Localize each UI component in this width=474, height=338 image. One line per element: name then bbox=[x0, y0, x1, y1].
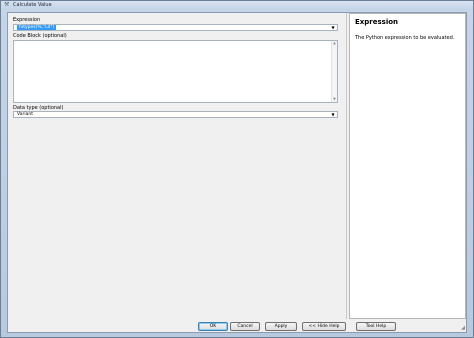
data-type-value: Variant bbox=[17, 112, 33, 117]
help-title: Expression bbox=[355, 18, 399, 26]
dialog-content: Expression fvtypes(%,"Ld") ▼ Code Block … bbox=[7, 12, 467, 333]
hammer-icon: ⚒ bbox=[4, 1, 10, 8]
resize-grip-icon[interactable]: ◢ bbox=[459, 325, 465, 331]
ok-button[interactable]: OK bbox=[198, 322, 228, 331]
data-type-dropdown[interactable]: Variant ▼ bbox=[13, 111, 338, 118]
chevron-down-icon[interactable]: ▼ bbox=[330, 112, 336, 117]
scroll-down-icon[interactable]: ▼ bbox=[332, 97, 337, 102]
parameters-panel: Expression fvtypes(%,"Ld") ▼ Code Block … bbox=[11, 13, 343, 319]
title-bar[interactable]: ⚒ Calculate Value bbox=[1, 1, 473, 10]
tool-help-button[interactable]: Tool Help bbox=[356, 322, 396, 331]
expression-value: fvtypes(%,"Ld") bbox=[17, 25, 57, 30]
code-block-label: Code Block (optional) bbox=[13, 33, 67, 39]
code-block-scrollbar[interactable]: ▲ ▼ bbox=[331, 41, 337, 102]
panel-divider[interactable] bbox=[346, 13, 347, 319]
expression-label: Expression bbox=[13, 17, 41, 23]
apply-button[interactable]: Apply bbox=[265, 322, 297, 331]
scroll-up-icon[interactable]: ▲ bbox=[332, 41, 337, 46]
help-panel: Expression The Python expression to be e… bbox=[349, 13, 466, 319]
chevron-down-icon[interactable]: ▼ bbox=[330, 25, 336, 30]
help-text: The Python expression to be evaluated. bbox=[355, 35, 455, 41]
window-title: Calculate Value bbox=[13, 2, 52, 8]
expression-field[interactable]: fvtypes(%,"Ld") ▼ bbox=[13, 24, 338, 31]
cancel-button[interactable]: Cancel bbox=[230, 322, 260, 331]
dialog-window: ⚒ Calculate Value Expression fvtypes(%,"… bbox=[0, 0, 474, 338]
code-block-textarea[interactable]: ▲ ▼ bbox=[13, 40, 338, 103]
hide-help-button[interactable]: << Hide Help bbox=[302, 322, 346, 331]
